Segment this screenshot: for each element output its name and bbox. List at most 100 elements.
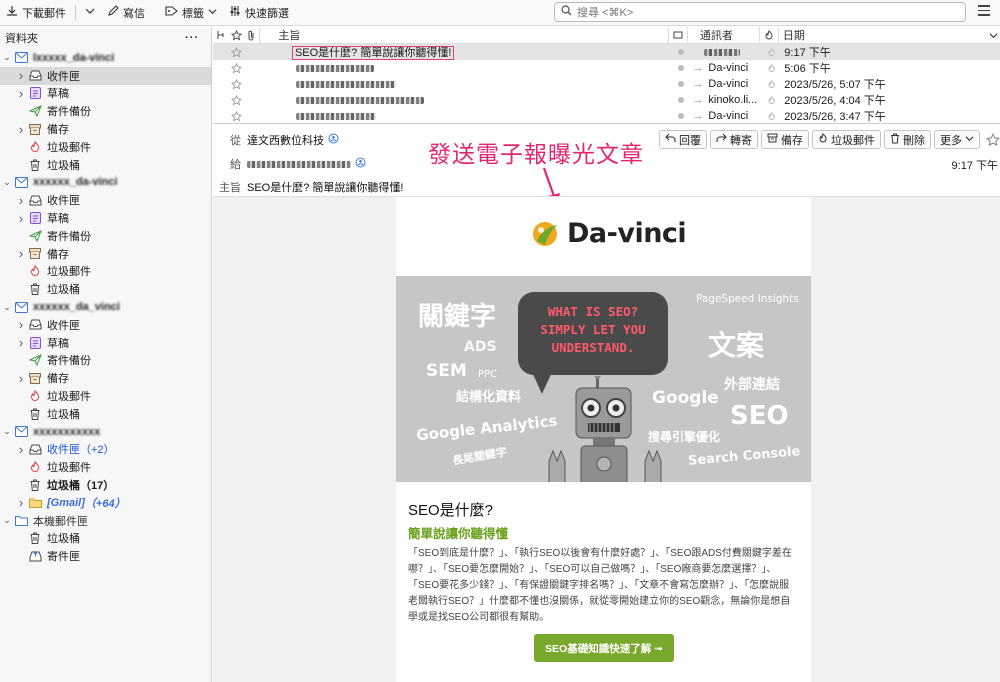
message-row[interactable]: → Da-vinci 2023/5/26, 5:07 下午 bbox=[213, 76, 1000, 92]
folder-item[interactable]: › 備存 bbox=[0, 120, 211, 138]
chevron-right-icon[interactable]: › bbox=[14, 317, 28, 332]
chevron-right-icon[interactable]: › bbox=[14, 122, 28, 137]
read-status-icon[interactable] bbox=[672, 64, 690, 72]
thread-column-icon[interactable] bbox=[213, 30, 229, 40]
folder-item[interactable]: › 草稿 bbox=[0, 334, 211, 352]
attachment-column-icon[interactable] bbox=[245, 30, 260, 41]
chevron-down-icon[interactable]: ⌄ bbox=[0, 52, 14, 63]
chevron-right-icon[interactable]: › bbox=[14, 211, 28, 226]
read-status-column-icon[interactable] bbox=[669, 30, 687, 40]
delete-button[interactable]: 刪除 bbox=[884, 130, 931, 149]
app-menu-button[interactable] bbox=[978, 5, 990, 17]
chevron-down-icon[interactable]: ⌄ bbox=[0, 426, 14, 437]
folder-item[interactable]: › 草稿 bbox=[0, 85, 211, 103]
junk-status-icon[interactable] bbox=[762, 62, 780, 74]
correspondent-text: Da-vinci bbox=[708, 110, 749, 122]
star-icon[interactable] bbox=[229, 94, 245, 106]
filter-sliders-icon bbox=[229, 5, 241, 20]
from-value[interactable]: 達文西數位科技 bbox=[247, 132, 324, 148]
chevron-down-icon[interactable]: ⌄ bbox=[0, 177, 14, 188]
contact-info-icon[interactable] bbox=[355, 157, 366, 171]
junk-status-icon[interactable] bbox=[762, 46, 780, 58]
folder-item[interactable]: 垃圾桶 bbox=[0, 405, 211, 423]
folder-item[interactable]: › [Gmail] （+64） bbox=[0, 494, 211, 512]
folder-item[interactable]: 寄件備份 bbox=[0, 352, 211, 370]
to-value[interactable] bbox=[247, 158, 351, 170]
chevron-right-icon[interactable]: › bbox=[14, 495, 28, 510]
junk-status-icon[interactable] bbox=[762, 78, 780, 90]
date-cell: 5:06 下午 bbox=[784, 63, 831, 75]
download-dropdown-button[interactable] bbox=[79, 2, 101, 24]
star-icon[interactable] bbox=[229, 62, 245, 74]
folder-item[interactable]: 垃圾郵件 bbox=[0, 458, 211, 476]
folder-item[interactable]: › 收件匣 bbox=[0, 66, 211, 85]
correspondent-column-header[interactable]: 通訊者 bbox=[688, 27, 759, 43]
account-row[interactable]: ⌄ lxxxxx_da-vinci bbox=[0, 49, 211, 67]
tags-button[interactable]: 標籤 bbox=[159, 2, 223, 24]
more-button[interactable]: 更多 bbox=[934, 130, 980, 149]
folder-item[interactable]: 垃圾桶 bbox=[0, 156, 211, 174]
contact-info-icon[interactable] bbox=[328, 133, 339, 147]
account-row[interactable]: ⌄ 本機郵件匣 bbox=[0, 512, 211, 530]
folder-item[interactable]: › 草稿 bbox=[0, 209, 211, 227]
folder-item[interactable]: › 收件匣 bbox=[0, 191, 211, 209]
account-row[interactable]: ⌄ xxxxxxxxxxx bbox=[0, 423, 211, 441]
archive-button[interactable]: 備存 bbox=[761, 130, 809, 149]
folder-pane-menu-button[interactable]: ··· bbox=[185, 32, 199, 44]
folder-item[interactable]: 垃圾桶 （17） bbox=[0, 476, 211, 494]
chevron-right-icon[interactable]: › bbox=[14, 335, 28, 350]
folder-item[interactable]: 垃圾郵件 bbox=[0, 138, 211, 156]
chevron-right-icon[interactable]: › bbox=[14, 371, 28, 386]
folder-item[interactable]: 垃圾桶 bbox=[0, 530, 211, 548]
forward-button[interactable]: 轉寄 bbox=[710, 130, 758, 149]
star-icon[interactable] bbox=[983, 130, 1000, 149]
message-row[interactable]: SEO是什麼? 簡單說讓你聽得懂! 9:17 下午 bbox=[213, 44, 1000, 60]
account-icon bbox=[14, 52, 28, 64]
junk-button[interactable]: 垃圾郵件 bbox=[812, 130, 881, 149]
folder-item[interactable]: 垃圾郵件 bbox=[0, 263, 211, 281]
folder-item[interactable]: 寄件匣 bbox=[0, 547, 211, 565]
star-icon[interactable] bbox=[229, 46, 245, 58]
junk-status-icon[interactable] bbox=[762, 110, 780, 122]
chevron-down-icon[interactable]: ⌄ bbox=[0, 302, 14, 313]
account-row[interactable]: ⌄ xxxxxx_da-vinci bbox=[0, 174, 211, 192]
folder-item[interactable]: › 備存 bbox=[0, 369, 211, 387]
chevron-right-icon[interactable]: › bbox=[14, 193, 28, 208]
star-icon[interactable] bbox=[229, 110, 245, 122]
read-status-icon[interactable] bbox=[672, 96, 690, 104]
reply-button[interactable]: 回覆 bbox=[659, 130, 707, 149]
chevron-right-icon[interactable]: › bbox=[14, 68, 28, 83]
folder-item[interactable]: 寄件備份 bbox=[0, 227, 211, 245]
account-row[interactable]: ⌄ xxxxxx_da_vinci bbox=[0, 298, 211, 316]
read-status-icon[interactable] bbox=[672, 112, 690, 120]
folder-item[interactable]: 寄件備份 bbox=[0, 102, 211, 120]
folder-item[interactable]: 垃圾郵件 bbox=[0, 387, 211, 405]
learn-seo-button[interactable]: SEO基礎知識快速了解 ➟ bbox=[534, 634, 674, 662]
folder-item[interactable]: › 收件匣 （+2） bbox=[0, 441, 211, 459]
read-status-icon[interactable] bbox=[672, 80, 690, 88]
subject-column-header[interactable]: 主旨 bbox=[260, 27, 668, 43]
read-status-icon[interactable] bbox=[672, 48, 690, 56]
write-button[interactable]: 寫信 bbox=[101, 2, 151, 24]
folder-item[interactable]: › 備存 bbox=[0, 245, 211, 263]
quickfilter-button[interactable]: 快速篩選 bbox=[223, 2, 295, 24]
chevron-down-icon[interactable]: ⌄ bbox=[0, 515, 14, 526]
star-icon[interactable] bbox=[229, 78, 245, 90]
star-column-icon[interactable] bbox=[229, 29, 245, 41]
chevron-right-icon[interactable]: › bbox=[14, 86, 28, 101]
folder-item[interactable]: 垃圾桶 bbox=[0, 280, 211, 298]
download-button[interactable]: 下載郵件 bbox=[0, 2, 72, 24]
chevron-right-icon[interactable]: › bbox=[14, 246, 28, 261]
junk-column-icon[interactable] bbox=[760, 29, 778, 41]
date-column-header[interactable]: 日期 bbox=[779, 27, 986, 43]
chevron-right-icon[interactable]: › bbox=[14, 442, 28, 457]
message-row[interactable]: → Da-vinci 5:06 下午 bbox=[213, 60, 1000, 76]
redacted-correspondent bbox=[704, 48, 741, 56]
message-row[interactable]: → Da-vinci 2023/5/26, 3:47 下午 bbox=[213, 108, 1000, 123]
column-picker-icon[interactable] bbox=[986, 31, 1000, 40]
search-input[interactable]: 搜尋 <⌘K> bbox=[554, 2, 966, 22]
message-row[interactable]: → kinoko.li... 2023/5/26, 4:04 下午 bbox=[213, 92, 1000, 108]
folder-item[interactable]: › 收件匣 bbox=[0, 316, 211, 334]
junk-status-icon[interactable] bbox=[762, 94, 780, 106]
chevron-down-icon bbox=[965, 134, 974, 146]
